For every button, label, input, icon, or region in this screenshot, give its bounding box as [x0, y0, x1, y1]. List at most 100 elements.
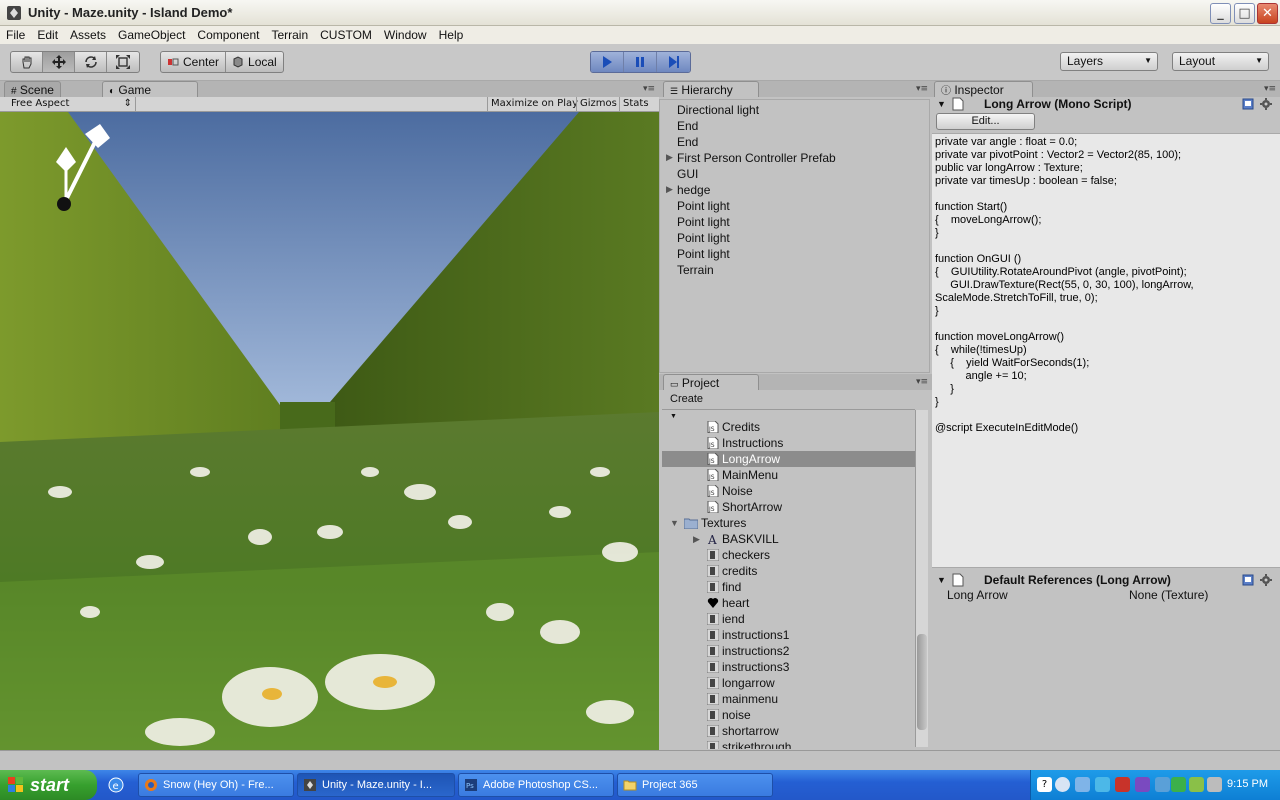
gear-icon[interactable]	[1260, 574, 1272, 586]
menu-terrain[interactable]: Terrain	[265, 26, 314, 43]
menu-assets[interactable]: Assets	[64, 26, 112, 43]
project-asset-item[interactable]: JS Credits	[662, 419, 915, 435]
taskbar-button-firefox[interactable]: Snow (Hey Oh) - Fre...	[138, 773, 294, 797]
hierarchy-item[interactable]: GUI	[677, 166, 698, 182]
tab-scene[interactable]: # Scene	[4, 81, 61, 97]
game-viewport[interactable]	[0, 112, 659, 750]
panel-menu-icon[interactable]: ▾≡	[916, 84, 928, 94]
default-references-header[interactable]: ▼ Default References (Long Arrow)	[932, 571, 1280, 589]
script-component-header[interactable]: ▼ Long Arrow (Mono Script)	[932, 95, 1280, 113]
hierarchy-item[interactable]: Point light	[677, 198, 730, 214]
project-scrollbar[interactable]	[915, 410, 928, 747]
chevron-left-icon[interactable]	[1055, 777, 1070, 792]
project-asset-item[interactable]: shortarrow	[662, 723, 915, 739]
menu-edit[interactable]: Edit	[31, 26, 64, 43]
create-dropdown[interactable]: Create ▼	[664, 391, 708, 420]
pivot-local-button[interactable]: Local	[226, 52, 283, 72]
panel-menu-icon[interactable]: ▾≡	[916, 377, 928, 387]
step-button[interactable]	[657, 52, 690, 72]
hierarchy-item[interactable]: Directional light	[677, 102, 759, 118]
hierarchy-item[interactable]: Point light	[677, 246, 730, 262]
tab-hierarchy[interactable]: ☰ Hierarchy	[663, 81, 759, 97]
quick-launch-ie-icon[interactable]: e	[108, 777, 124, 793]
network-icon[interactable]	[1075, 777, 1090, 792]
long-arrow-texture-field[interactable]: None (Texture)	[1129, 588, 1275, 602]
hierarchy-item[interactable]: End	[677, 118, 698, 134]
yahoo-icon[interactable]	[1115, 777, 1130, 792]
menu-help[interactable]: Help	[433, 26, 470, 43]
project-asset-item[interactable]: credits	[662, 563, 915, 579]
expand-arrow-icon[interactable]: ▶	[693, 531, 700, 547]
project-asset-item[interactable]: longarrow	[662, 675, 915, 691]
menu-custom[interactable]: CUSTOM	[314, 26, 378, 43]
taskbar-button-folder[interactable]: Project 365	[617, 773, 773, 797]
project-asset-item[interactable]: noise	[662, 707, 915, 723]
messenger-icon[interactable]	[1135, 777, 1150, 792]
project-asset-item[interactable]: mainmenu	[662, 691, 915, 707]
project-asset-item[interactable]: JS LongArrow	[662, 451, 915, 467]
twitter-icon[interactable]	[1095, 777, 1110, 792]
volume-icon[interactable]	[1207, 777, 1222, 792]
hierarchy-item[interactable]: hedge	[677, 182, 710, 198]
gizmos-toggle[interactable]: Gizmos	[576, 97, 620, 111]
project-asset-item[interactable]: instructions1	[662, 627, 915, 643]
project-asset-item[interactable]: strikethrough	[662, 739, 915, 749]
tab-project[interactable]: ▭ Project	[663, 374, 759, 390]
hierarchy-item[interactable]: First Person Controller Prefab	[677, 150, 836, 166]
maximize-button[interactable]: □	[1234, 3, 1255, 24]
hierarchy-item[interactable]: End	[677, 134, 698, 150]
help-icon[interactable]: ?	[1037, 777, 1052, 792]
panel-menu-icon[interactable]: ▾≡	[643, 84, 655, 94]
expand-arrow-icon[interactable]: ▶	[666, 182, 673, 198]
security-icon[interactable]	[1155, 777, 1170, 792]
project-asset-item[interactable]: iend	[662, 611, 915, 627]
edit-script-button[interactable]: Edit...	[936, 113, 1035, 130]
antivirus-icon[interactable]	[1171, 777, 1186, 792]
project-asset-item[interactable]: instructions2	[662, 643, 915, 659]
project-asset-item[interactable]: JS Instructions	[662, 435, 915, 451]
close-button[interactable]: ✕	[1257, 3, 1278, 24]
project-asset-item[interactable]: checkers	[662, 547, 915, 563]
stats-toggle[interactable]: Stats	[619, 97, 652, 111]
expand-arrow-icon[interactable]: ▶	[666, 150, 673, 166]
menu-window[interactable]: Window	[378, 26, 433, 43]
menu-file[interactable]: File	[0, 26, 31, 43]
pivot-center-button[interactable]: Center	[161, 52, 227, 72]
move-tool-button[interactable]	[43, 52, 75, 72]
layout-dropdown[interactable]: Layout ▼	[1172, 52, 1269, 71]
hierarchy-item[interactable]: Point light	[677, 214, 730, 230]
scrollbar-thumb[interactable]	[917, 634, 927, 730]
help-book-icon[interactable]	[1242, 574, 1254, 586]
project-asset-item[interactable]: JS Noise	[662, 483, 915, 499]
play-button[interactable]	[591, 52, 624, 72]
panel-menu-icon[interactable]: ▾≡	[1264, 84, 1276, 94]
layers-dropdown[interactable]: Layers ▼	[1060, 52, 1158, 71]
project-asset-item[interactable]: heart	[662, 595, 915, 611]
maximize-on-play-toggle[interactable]: Maximize on Play	[487, 97, 581, 111]
project-asset-item[interactable]: instructions3	[662, 659, 915, 675]
pause-button[interactable]	[624, 52, 657, 72]
rotate-tool-button[interactable]	[75, 52, 107, 72]
hand-tool-button[interactable]	[11, 52, 43, 72]
project-asset-item[interactable]: find	[662, 579, 915, 595]
project-asset-item[interactable]: JS MainMenu	[662, 467, 915, 483]
hierarchy-item[interactable]: Terrain	[677, 262, 714, 278]
scale-tool-button[interactable]	[107, 52, 139, 72]
project-asset-item[interactable]: JS ShortArrow	[662, 499, 915, 515]
foldout-arrow-icon[interactable]: ▼	[937, 571, 946, 589]
start-button[interactable]: start	[0, 770, 97, 800]
taskbar-button-photoshop[interactable]: Ps Adobe Photoshop CS...	[458, 773, 614, 797]
gear-icon[interactable]	[1260, 98, 1272, 110]
menu-gameobject[interactable]: GameObject	[112, 26, 191, 43]
foldout-arrow-icon[interactable]: ▼	[937, 95, 946, 113]
help-book-icon[interactable]	[1242, 98, 1254, 110]
project-folder-item[interactable]: ▼ Textures	[662, 515, 915, 531]
sync-icon[interactable]	[1189, 777, 1204, 792]
project-asset-item[interactable]: ▶ A BASKVILL	[662, 531, 915, 547]
hierarchy-item[interactable]: Point light	[677, 230, 730, 246]
minimize-button[interactable]: _	[1210, 3, 1231, 24]
tab-game[interactable]: ◐ Game	[102, 81, 198, 97]
aspect-dropdown[interactable]: Free Aspect ⇕	[4, 97, 136, 111]
taskbar-button-unity[interactable]: Unity - Maze.unity - I...	[297, 773, 455, 797]
menu-component[interactable]: Component	[191, 26, 265, 43]
